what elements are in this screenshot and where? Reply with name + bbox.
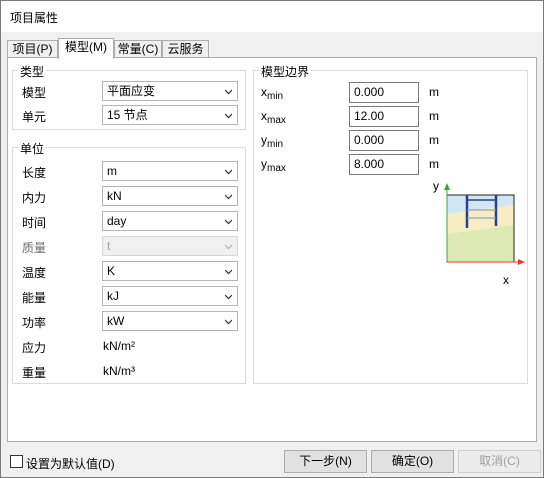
power-unit-value: kW: [107, 314, 125, 328]
xmin-subscript: min: [267, 91, 284, 102]
energy-label: 能量: [22, 291, 47, 305]
ymax-unit: m: [429, 157, 439, 171]
energy-unit-value: kJ: [107, 289, 119, 303]
xmax-input[interactable]: 12.00: [349, 106, 419, 127]
xmax-unit: m: [429, 109, 439, 123]
type-group: 类型 模型 平面应变 单元 15 节点: [12, 63, 246, 130]
force-unit-select[interactable]: kN: [102, 186, 238, 206]
mass-unit-value: t: [107, 239, 111, 253]
set-default-label: 设置为默认值(D): [26, 457, 115, 471]
element-select[interactable]: 15 节点: [102, 105, 238, 125]
model-bounds-legend: 模型边界: [259, 63, 312, 80]
window-title: 项目属性: [10, 11, 59, 25]
tab-constants-label: 常量(C): [117, 42, 159, 56]
model-select[interactable]: 平面应变: [102, 81, 238, 101]
ymin-value: 0.000: [354, 133, 385, 147]
energy-unit-select[interactable]: kJ: [102, 286, 238, 306]
unit-weight-label: 重量: [22, 366, 47, 380]
element-label: 单元: [22, 110, 47, 124]
cancel-button: 取消(C): [458, 450, 541, 473]
model-bounds-group: 模型边界 xmin 0.000 m xmax 12.00 m ymin 0.00…: [253, 63, 528, 384]
mass-unit-select: t: [102, 236, 238, 256]
model-tab-panel: 类型 模型 平面应变 单元 15 节点 单位 长度 m 内力 kN 时间 day…: [7, 57, 537, 442]
ok-button-label: 确定(O): [391, 454, 434, 468]
chevron-down-icon: [225, 319, 232, 325]
length-unit-select[interactable]: m: [102, 161, 238, 181]
ymax-input[interactable]: 8.000: [349, 154, 419, 175]
model-select-value: 平面应变: [107, 84, 156, 98]
ymax-value: 8.000: [354, 157, 385, 171]
title-bar: 项目属性: [1, 1, 543, 32]
x-axis-arrow-icon: [518, 259, 525, 265]
time-unit-select[interactable]: day: [102, 211, 238, 231]
units-group-legend: 单位: [18, 140, 47, 157]
length-label: 长度: [22, 166, 47, 180]
xmin-input[interactable]: 0.000: [349, 82, 419, 103]
temperature-label: 温度: [22, 266, 47, 280]
ymin-unit: m: [429, 133, 439, 147]
stress-label: 应力: [22, 341, 47, 355]
ymax-label: ymax: [261, 157, 286, 174]
tab-constants[interactable]: 常量(C): [114, 40, 162, 57]
stress-unit-value: kN/m²: [103, 339, 135, 353]
chevron-down-icon: [225, 244, 232, 250]
y-axis-arrow-icon: [444, 183, 450, 190]
cancel-button-label: 取消(C): [479, 454, 520, 468]
unit-weight-value: kN/m³: [103, 364, 135, 378]
force-unit-value: kN: [107, 189, 122, 203]
chevron-down-icon: [225, 294, 232, 300]
ok-button[interactable]: 确定(O): [371, 450, 454, 473]
mass-label: 质量: [22, 241, 47, 255]
temperature-unit-select[interactable]: K: [102, 261, 238, 281]
type-group-legend: 类型: [18, 63, 47, 80]
xmax-value: 12.00: [354, 109, 385, 123]
xmin-unit: m: [429, 85, 439, 99]
chevron-down-icon: [225, 169, 232, 175]
chevron-down-icon: [225, 113, 232, 119]
model-bounds-diagram: [444, 183, 525, 265]
tab-cloud-services-label: 云服务: [167, 42, 204, 56]
units-group: 单位 长度 m 内力 kN 时间 day 质量 t 温度 K 能量 kJ 功率 …: [12, 140, 246, 384]
tab-project-label: 项目(P): [12, 42, 53, 56]
temperature-unit-value: K: [107, 264, 116, 278]
tab-model[interactable]: 模型(M): [58, 38, 114, 59]
chevron-down-icon: [225, 89, 232, 95]
tab-project[interactable]: 项目(P): [7, 40, 58, 57]
length-unit-value: m: [107, 164, 117, 178]
power-unit-select[interactable]: kW: [102, 311, 238, 331]
model-bounds-preview: y x: [426, 179, 526, 287]
chevron-down-icon: [225, 194, 232, 200]
xmax-label: xmax: [261, 109, 286, 126]
power-label: 功率: [22, 316, 47, 330]
next-button-label: 下一步(N): [299, 454, 352, 468]
element-select-value: 15 节点: [107, 108, 148, 122]
ymin-input[interactable]: 0.000: [349, 130, 419, 151]
set-default-checkbox[interactable]: [10, 455, 23, 468]
ymax-subscript: max: [267, 163, 286, 174]
xmin-value: 0.000: [354, 85, 385, 99]
model-label: 模型: [22, 86, 47, 100]
tab-cloud-services[interactable]: 云服务: [162, 40, 209, 57]
xmin-label: xmin: [261, 85, 284, 102]
tab-model-label: 模型(M): [65, 40, 107, 54]
force-label: 内力: [22, 191, 47, 205]
next-button[interactable]: 下一步(N): [284, 450, 367, 473]
time-label: 时间: [22, 216, 47, 230]
ymin-label: ymin: [261, 133, 284, 150]
chevron-down-icon: [225, 269, 232, 275]
xmax-subscript: max: [267, 115, 286, 126]
project-properties-dialog: 项目属性 项目(P) 模型(M) 常量(C) 云服务 类型 模型 平面应变 单元…: [0, 0, 544, 478]
chevron-down-icon: [225, 219, 232, 225]
ymin-subscript: min: [267, 139, 284, 150]
time-unit-value: day: [107, 214, 127, 228]
